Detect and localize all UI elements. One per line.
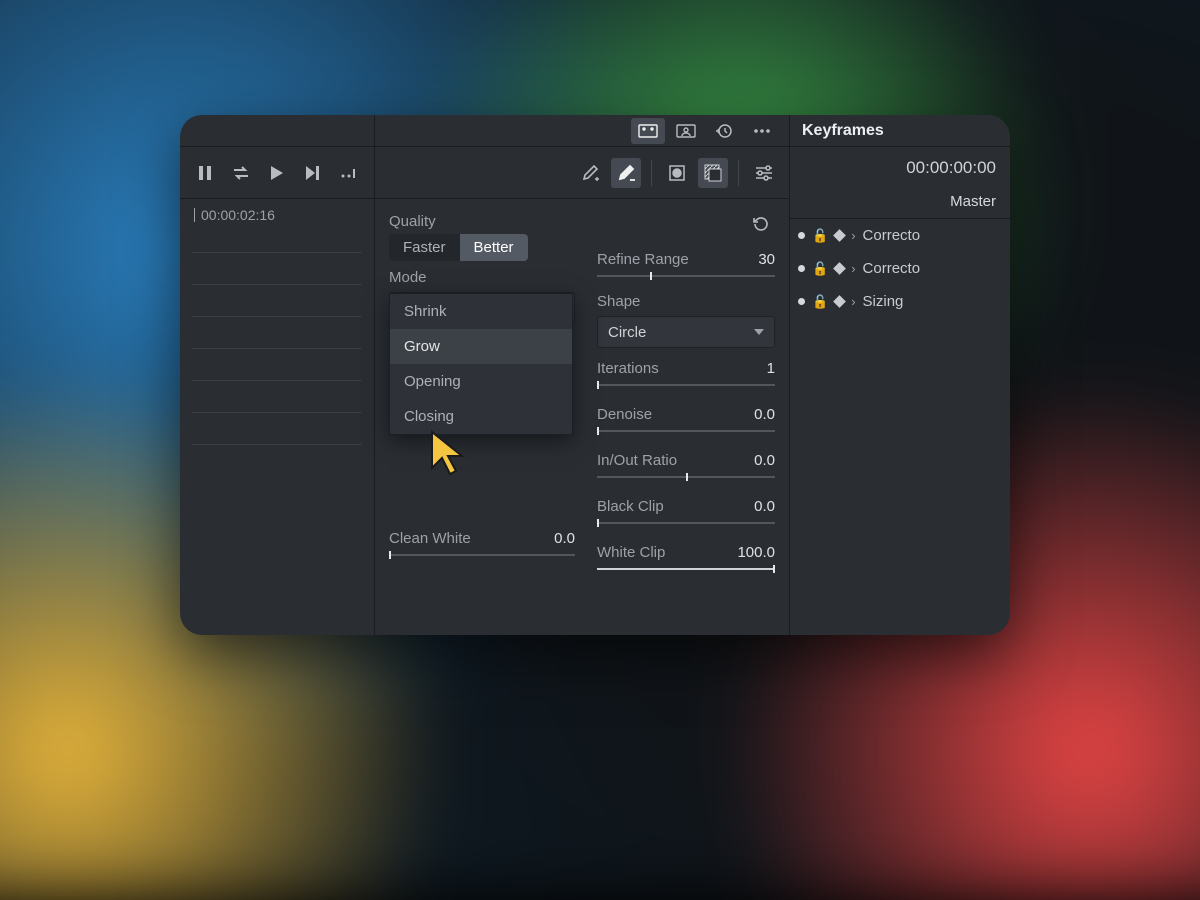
next-frame-button[interactable] <box>298 158 328 188</box>
track-row[interactable] <box>192 235 362 253</box>
mask-view-icon[interactable] <box>662 158 692 188</box>
expand-chevron-icon[interactable]: › <box>851 228 855 243</box>
track-row[interactable] <box>192 331 362 349</box>
qualifier-toolbar <box>375 147 789 199</box>
inout-ratio-slider[interactable] <box>597 476 775 478</box>
tabrow-left-spacer <box>180 115 374 147</box>
lock-icon[interactable]: 🔓 <box>812 294 828 310</box>
toolbar-divider <box>738 160 739 186</box>
mode-option-closing[interactable]: Closing <box>390 399 572 434</box>
chevron-down-icon <box>754 329 764 335</box>
clean-white-slider[interactable] <box>389 554 575 556</box>
quality-better-button[interactable]: Better <box>460 234 528 261</box>
quality-label: Quality <box>389 213 436 230</box>
denoise-value[interactable]: 0.0 <box>754 406 775 423</box>
loop-button[interactable] <box>226 158 256 188</box>
lock-icon[interactable]: 🔓 <box>812 261 828 277</box>
white-clip-slider[interactable] <box>597 568 775 570</box>
mode-dropdown-menu: Shrink Grow Opening Closing <box>389 293 573 435</box>
track-row[interactable] <box>192 363 362 381</box>
expand-chevron-icon[interactable]: › <box>851 294 855 309</box>
refine-range-value[interactable]: 30 <box>758 251 775 268</box>
keyframe-diamond-icon[interactable] <box>833 262 846 275</box>
mode-label: Mode <box>389 269 575 286</box>
history-tab-icon[interactable] <box>707 118 741 144</box>
keyframes-master-label[interactable]: Master <box>790 189 1010 219</box>
shape-dropdown[interactable]: Circle <box>597 316 775 348</box>
keyframe-diamond-icon[interactable] <box>833 295 846 308</box>
white-clip-label: White Clip <box>597 544 665 561</box>
timeline-timecode[interactable]: 00:00:02:16 <box>180 199 374 231</box>
iterations-label: Iterations <box>597 360 659 377</box>
denoise-label: Denoise <box>597 406 652 423</box>
track-row[interactable] <box>192 299 362 317</box>
black-clip-value[interactable]: 0.0 <box>754 498 775 515</box>
enable-dot-icon[interactable] <box>798 232 805 239</box>
mode-option-shrink[interactable]: Shrink <box>390 294 572 329</box>
keyframe-row[interactable]: 🔓 › Correcto <box>790 252 1010 285</box>
clean-white-label: Clean White <box>389 530 471 547</box>
mode-option-opening[interactable]: Opening <box>390 364 572 399</box>
tracks-area <box>180 231 374 459</box>
track-row[interactable] <box>192 427 362 445</box>
enable-dot-icon[interactable] <box>798 298 805 305</box>
keyframe-diamond-icon[interactable] <box>833 229 846 242</box>
inout-ratio-label: In/Out Ratio <box>597 452 677 469</box>
timeline-column: 00:00:02:16 <box>180 115 375 635</box>
viewer-mode-tabs <box>375 115 789 147</box>
keyframes-title: Keyframes <box>790 115 1010 147</box>
keyframe-row-label: Sizing <box>863 293 904 310</box>
refine-range-slider[interactable] <box>597 275 775 277</box>
fx-tab-icon[interactable] <box>631 118 665 144</box>
enable-dot-icon[interactable] <box>798 265 805 272</box>
color-panel: 00:00:02:16 <box>180 115 1010 635</box>
black-clip-label: Black Clip <box>597 498 664 515</box>
keyframes-column: Keyframes 00:00:00:00 Master 🔓 › Correct… <box>790 115 1010 635</box>
black-clip-slider[interactable] <box>597 522 775 524</box>
person-mask-tab-icon[interactable] <box>669 118 703 144</box>
settings-sliders-icon[interactable] <box>749 158 779 188</box>
picker-add-icon[interactable] <box>575 158 605 188</box>
quality-faster-button[interactable]: Faster <box>389 234 460 261</box>
picker-minus-icon[interactable] <box>611 158 641 188</box>
lock-icon[interactable]: 🔓 <box>812 228 828 244</box>
iterations-value[interactable]: 1 <box>767 360 775 377</box>
denoise-slider[interactable] <box>597 430 775 432</box>
transport-toolbar <box>180 147 374 199</box>
refine-range-label: Refine Range <box>597 251 689 268</box>
white-clip-value[interactable]: 100.0 <box>737 544 775 561</box>
inout-ratio-value[interactable]: 0.0 <box>754 452 775 469</box>
expand-chevron-icon[interactable]: › <box>851 261 855 276</box>
keyframes-timecode[interactable]: 00:00:00:00 <box>790 147 1010 189</box>
more-menu-icon[interactable] <box>745 118 779 144</box>
clean-white-value[interactable]: 0.0 <box>554 530 575 547</box>
mode-option-grow[interactable]: Grow <box>390 329 572 364</box>
pause-button[interactable] <box>190 158 220 188</box>
play-button[interactable] <box>262 158 292 188</box>
shape-label: Shape <box>597 293 775 310</box>
track-row[interactable] <box>192 395 362 413</box>
keyframe-row[interactable]: 🔓 › Correcto <box>790 219 1010 252</box>
qualifier-column: Quality Faster Better Mode Shrink Clean … <box>375 115 790 635</box>
toolbar-divider <box>651 160 652 186</box>
quality-toggle: Faster Better <box>389 234 528 261</box>
keyframe-row[interactable]: 🔓 › Sizing <box>790 285 1010 318</box>
mask-invert-icon[interactable] <box>698 158 728 188</box>
playback-speed-button[interactable] <box>334 158 364 188</box>
keyframe-row-label: Correcto <box>863 227 921 244</box>
keyframe-row-label: Correcto <box>863 260 921 277</box>
shape-selected-value: Circle <box>608 324 646 341</box>
reset-icon[interactable] <box>745 209 775 239</box>
iterations-slider[interactable] <box>597 384 775 386</box>
track-row[interactable] <box>192 267 362 285</box>
